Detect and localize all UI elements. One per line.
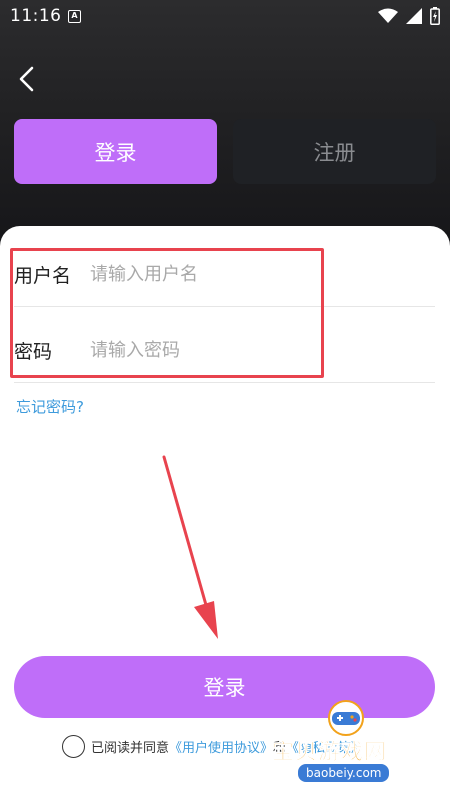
watermark-title: 宝贝游戏网 — [272, 740, 388, 766]
user-agreement-link[interactable]: 《用户使用协议》 — [169, 737, 273, 756]
agreement-text: 已阅读并同意 — [91, 741, 170, 756]
watermark-url: baobeiy.com — [298, 764, 390, 782]
notification-icon: A — [68, 10, 81, 23]
tab-register[interactable]: 注册 — [233, 119, 436, 184]
watermark: 宝贝游戏网 baobeiy.com — [272, 700, 442, 795]
tab-register-label: 注册 — [313, 140, 356, 165]
divider — [14, 382, 435, 383]
agreement-checkbox[interactable] — [62, 735, 85, 758]
annotation-arrow-icon — [162, 455, 218, 639]
signal-icon — [406, 8, 422, 24]
gamepad-logo-icon — [328, 700, 364, 736]
login-button-label: 登录 — [203, 676, 246, 700]
highlight-annotation-box — [10, 248, 324, 378]
status-icons — [378, 7, 440, 25]
tab-login[interactable]: 登录 — [14, 119, 217, 184]
status-bar: 11:16 A — [0, 0, 450, 34]
back-button[interactable] — [14, 62, 44, 96]
wifi-icon — [378, 8, 398, 23]
battery-icon — [430, 7, 440, 25]
tab-login-label: 登录 — [94, 140, 137, 165]
forgot-password-link[interactable]: 忘记密码? — [16, 396, 84, 417]
status-time: 11:16 — [10, 6, 62, 26]
chevron-left-icon — [19, 66, 34, 92]
